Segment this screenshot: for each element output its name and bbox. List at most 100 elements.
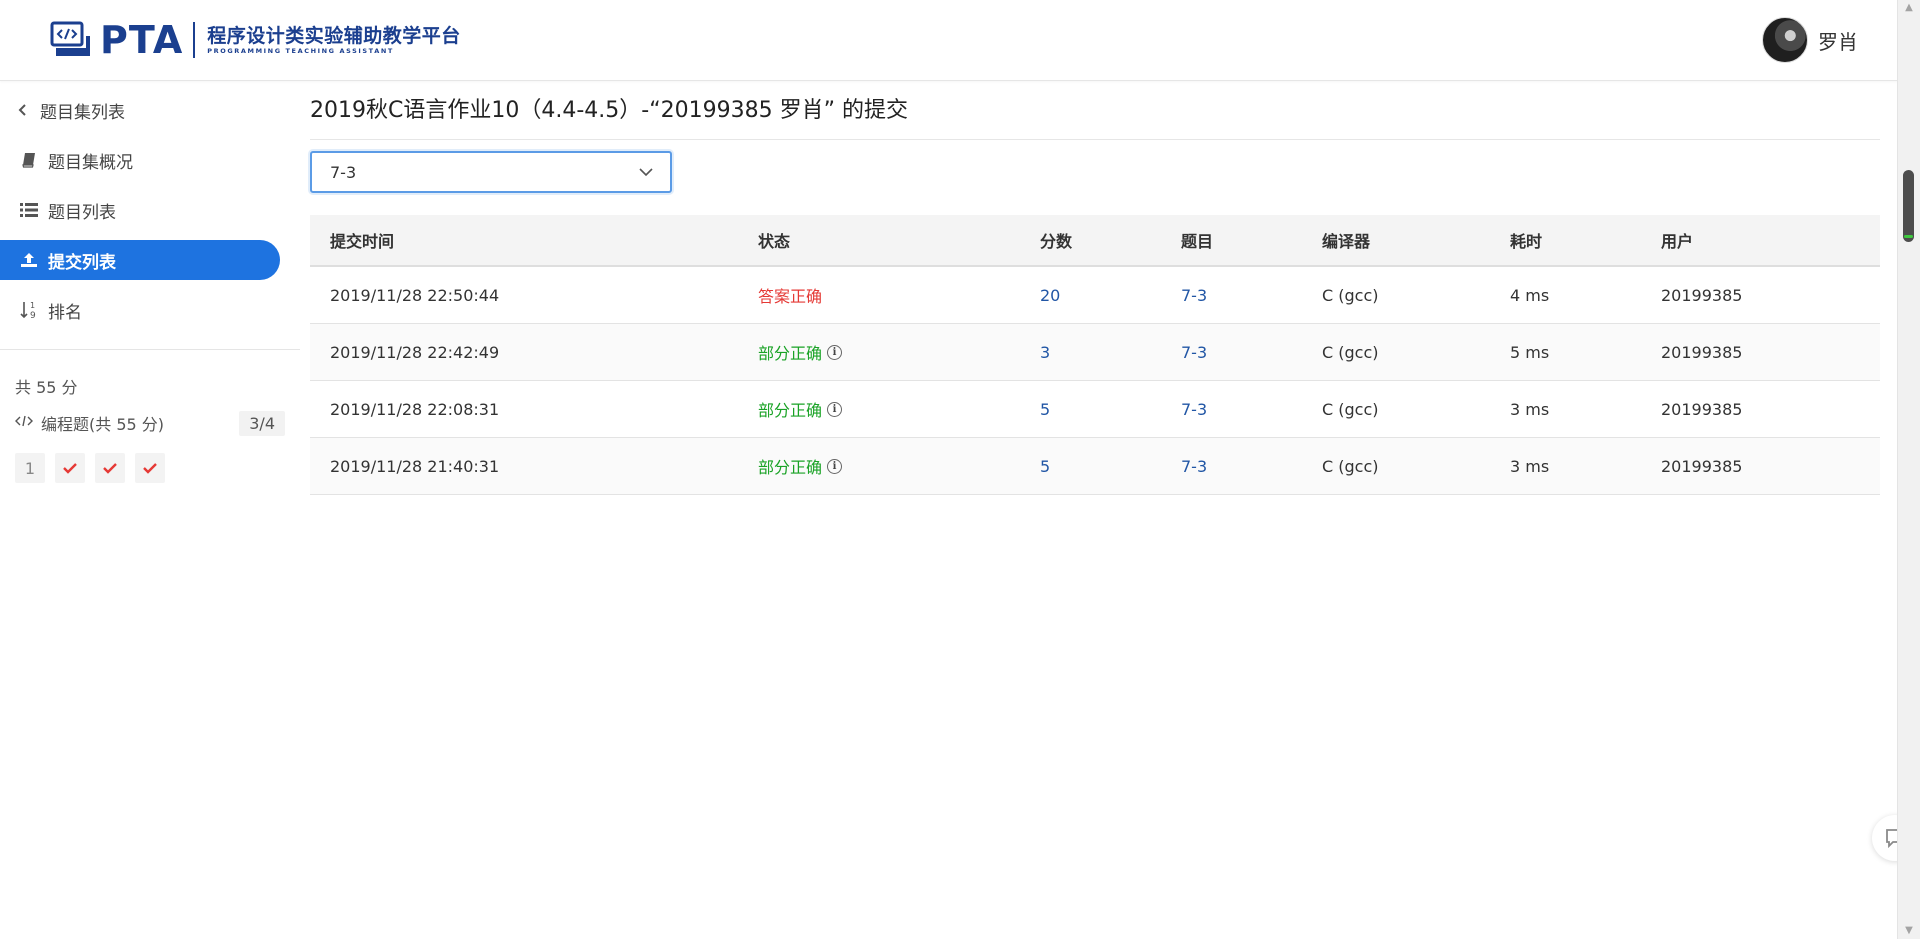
check-icon — [103, 463, 117, 474]
user-menu[interactable]: 罗肖 — [1762, 17, 1858, 63]
cell-cost: 3 ms — [1510, 456, 1550, 476]
col-header-compiler: 编译器 — [1322, 232, 1371, 251]
sidebar-item-label: 题目集列表 — [40, 102, 125, 123]
chevron-left-icon — [12, 103, 34, 117]
logo-wordmark: PTA — [100, 18, 184, 62]
scroll-down-arrow-icon[interactable]: ▼ — [1898, 923, 1920, 939]
problem-link[interactable]: 7-3 — [1181, 343, 1207, 362]
score-link[interactable]: 5 — [1040, 400, 1050, 419]
table-row[interactable]: 2019/11/28 22:08:31 部分正确 i 5 7-3 C (gcc)… — [310, 381, 1880, 438]
sidebar-item-overview[interactable]: 题目集概况 — [0, 140, 280, 180]
col-header-cost: 耗时 — [1510, 232, 1543, 251]
check-icon — [143, 463, 157, 474]
cell-time: 2019/11/28 22:42:49 — [330, 342, 500, 362]
page-title: 2019秋C语言作业10（4.4-4.5）-“20199385 罗肖” 的提交 — [310, 98, 908, 123]
cell-compiler: C (gcc) — [1322, 456, 1379, 476]
problem-link[interactable]: 7-3 — [1181, 400, 1207, 419]
code-icon — [15, 414, 33, 432]
section-label: 编程题(共 55 分) — [41, 415, 165, 434]
table-row[interactable]: 2019/11/28 22:42:49 部分正确 i 3 7-3 C (gcc)… — [310, 324, 1880, 381]
cell-user: 20199385 — [1661, 285, 1743, 305]
chevron-down-icon — [639, 168, 653, 177]
status-accepted[interactable]: 答案正确 — [758, 283, 822, 307]
sidebar-item-label: 题目列表 — [48, 202, 116, 223]
cell-cost: 4 ms — [1510, 285, 1550, 305]
total-score: 共 55 分 — [15, 378, 78, 397]
col-header-time: 提交时间 — [330, 232, 395, 251]
cell-compiler: C (gcc) — [1322, 342, 1379, 362]
submissions-table: 提交时间 状态 分数 题目 编译器 耗时 用户 2019/11/28 22:50… — [310, 215, 1880, 495]
top-header: PTA 程序设计类实验辅助教学平台 PROGRAMMING TEACHING A… — [0, 0, 1898, 81]
sidebar-divider — [0, 349, 300, 350]
sidebar-item-submissions[interactable]: 提交列表 — [0, 240, 280, 280]
problem-number: 1 — [24, 458, 36, 478]
col-header-user: 用户 — [1661, 232, 1694, 251]
cell-time: 2019/11/28 21:40:31 — [330, 456, 500, 476]
info-icon[interactable]: i — [827, 344, 843, 360]
info-icon[interactable]: i — [827, 401, 843, 417]
cell-time: 2019/11/28 22:50:44 — [330, 285, 500, 305]
status-label: 部分正确 — [758, 401, 823, 420]
select-value: 7-3 — [330, 162, 357, 182]
score-link[interactable]: 3 — [1040, 343, 1050, 362]
user-name[interactable]: 罗肖 — [1818, 26, 1858, 55]
score-link[interactable]: 5 — [1040, 457, 1050, 476]
status-partial[interactable]: 部分正确 i — [758, 397, 843, 421]
section-progress-badge: 3/4 — [239, 410, 285, 436]
logo-subtitle: 程序设计类实验辅助教学平台 PROGRAMMING TEACHING ASSIS… — [207, 25, 461, 56]
sort-numeric-icon: 1 9 — [18, 300, 40, 320]
info-icon[interactable]: i — [827, 458, 843, 474]
sidebar: 题目集列表 题目集概况 题目列表 提交列表 1 9 排名 共 55 分 编程题(… — [0, 80, 300, 939]
code-monitor-icon — [50, 21, 90, 56]
table-header: 提交时间 状态 分数 题目 编译器 耗时 用户 — [310, 215, 1880, 267]
sidebar-item-problem-list[interactable]: 题目列表 — [0, 190, 280, 230]
sidebar-item-label: 题目集概况 — [48, 152, 133, 173]
sidebar-item-ranking[interactable]: 1 9 排名 — [0, 290, 280, 330]
status-partial[interactable]: 部分正确 i — [758, 340, 843, 364]
logo-divider — [193, 22, 196, 58]
cell-compiler: C (gcc) — [1322, 285, 1379, 305]
svg-text:1: 1 — [30, 301, 35, 310]
upload-icon — [18, 252, 40, 268]
status-partial[interactable]: 部分正确 i — [758, 454, 843, 478]
scrollbar-thumb[interactable] — [1903, 170, 1914, 242]
problem-status-grid: 1 — [15, 453, 175, 483]
sidebar-item-label: 排名 — [48, 302, 82, 323]
score-link[interactable]: 20 — [1040, 286, 1060, 305]
cell-cost: 5 ms — [1510, 342, 1550, 362]
check-icon — [63, 463, 77, 474]
sidebar-item-problem-sets[interactable]: 题目集列表 — [0, 90, 280, 130]
avatar[interactable] — [1762, 17, 1808, 63]
status-label: 答案正确 — [758, 287, 823, 306]
problem-filter-select[interactable]: 7-3 — [310, 151, 672, 193]
col-header-status: 状态 — [758, 232, 791, 251]
sidebar-item-label: 提交列表 — [48, 252, 116, 273]
col-header-problem: 题目 — [1181, 232, 1214, 251]
section-programming[interactable]: 编程题(共 55 分) 3/4 — [15, 408, 285, 438]
scroll-up-arrow-icon[interactable]: ▲ — [1898, 0, 1920, 16]
title-divider — [310, 139, 1880, 140]
list-icon — [18, 202, 40, 218]
cell-user: 20199385 — [1661, 399, 1743, 419]
cell-user: 20199385 — [1661, 342, 1743, 362]
pta-logo[interactable]: PTA 程序设计类实验辅助教学平台 PROGRAMMING TEACHING A… — [50, 18, 461, 62]
page-scrollbar[interactable]: ▲ ▼ — [1897, 0, 1920, 939]
problem-link[interactable]: 7-3 — [1181, 457, 1207, 476]
cell-time: 2019/11/28 22:08:31 — [330, 399, 500, 419]
logo-cn-title: 程序设计类实验辅助教学平台 — [207, 24, 461, 47]
status-label: 部分正确 — [758, 458, 823, 477]
problem-link[interactable]: 7-3 — [1181, 286, 1207, 305]
cell-user: 20199385 — [1661, 456, 1743, 476]
cell-compiler: C (gcc) — [1322, 399, 1379, 419]
problem-box-solved[interactable] — [135, 453, 165, 483]
table-row[interactable]: 2019/11/28 21:40:31 部分正确 i 5 7-3 C (gcc)… — [310, 438, 1880, 495]
svg-text:9: 9 — [30, 311, 36, 320]
table-row[interactable]: 2019/11/28 22:50:44 答案正确 20 7-3 C (gcc) … — [310, 267, 1880, 324]
problem-box-solved[interactable] — [95, 453, 125, 483]
problem-box[interactable]: 1 — [15, 453, 45, 483]
logo-en-title: PROGRAMMING TEACHING ASSISTANT — [207, 46, 394, 55]
col-header-score: 分数 — [1040, 232, 1073, 251]
problem-box-solved[interactable] — [55, 453, 85, 483]
book-icon — [18, 152, 40, 168]
status-label: 部分正确 — [758, 344, 823, 363]
